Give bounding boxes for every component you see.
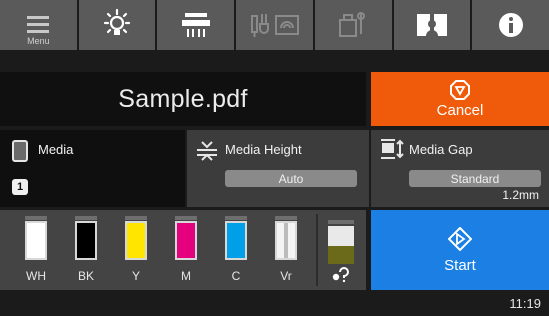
ink-label-wh: WH	[26, 269, 46, 283]
ink-level-fill	[127, 223, 145, 258]
ink-level-fill	[27, 238, 45, 258]
file-name: Sample.pdf	[118, 84, 248, 113]
printhead-button[interactable]	[157, 0, 235, 50]
maintenance-box-icon	[316, 214, 354, 286]
media-button[interactable]: Media 1	[0, 130, 185, 207]
ink-label-vr: Vr	[280, 269, 292, 283]
media-gap-label: Media Gap	[409, 142, 473, 157]
media-gap-icon	[381, 139, 404, 159]
cancel-label: Cancel	[436, 101, 484, 119]
ink-label-y: Y	[131, 269, 140, 283]
media-label: Media	[38, 142, 74, 157]
light-button[interactable]	[78, 0, 156, 50]
ink-level-fill	[77, 223, 95, 258]
menu-button[interactable]: Menu	[0, 0, 77, 50]
ink-levels-panel[interactable]: WH BK Y M C Vr	[0, 210, 366, 290]
maintenance-icon	[339, 12, 366, 37]
network-status-icon	[250, 14, 299, 37]
ink-label-c: C	[231, 269, 241, 283]
ink-cartridge-m	[175, 216, 197, 260]
info-button[interactable]	[472, 0, 549, 50]
media-height-value: Auto	[225, 170, 357, 187]
media-height-icon	[197, 141, 217, 161]
clock: 11:19	[509, 296, 541, 311]
manual-button[interactable]	[393, 0, 471, 50]
info-icon	[498, 13, 523, 37]
ink-cartridge-y	[125, 216, 147, 260]
media-gap-value: Standard	[409, 170, 541, 187]
media-height-button[interactable]: Media Height Auto	[187, 130, 369, 207]
toolbar: Menu	[0, 0, 549, 50]
cancel-button[interactable]: Cancel	[371, 72, 549, 126]
media-gap-measure: 1.2mm	[502, 188, 539, 202]
ink-cartridge-wh	[25, 216, 47, 260]
ink-cartridge-bk	[75, 216, 97, 260]
ink-label-m: M	[181, 269, 191, 283]
maintenance-box-indicator	[316, 214, 364, 286]
ink-cartridge-c	[225, 216, 247, 260]
job-file-name-bar: Sample.pdf	[0, 72, 366, 126]
start-icon	[448, 226, 472, 251]
ink-level-fill	[227, 223, 245, 258]
status-bar: 11:19	[0, 292, 549, 316]
start-button[interactable]: Start	[371, 210, 549, 290]
media-number-badge: 1	[12, 179, 28, 195]
ink-cartridge-vr	[275, 216, 297, 260]
printhead-icon	[181, 13, 210, 37]
ink-level-fill	[177, 223, 195, 258]
media-gap-button[interactable]: Media Gap Standard 1.2mm	[371, 130, 549, 207]
start-label: Start	[444, 256, 476, 274]
ink-level-fill	[277, 223, 295, 258]
network-status-button[interactable]	[236, 0, 313, 50]
ink-label-bk: BK	[77, 269, 94, 283]
lightbulb-icon	[103, 8, 131, 35]
media-icon	[12, 140, 28, 162]
media-settings-row: Media 1 Media Height Auto Media Gap Stan…	[0, 130, 549, 207]
maintenance-button[interactable]	[314, 0, 392, 50]
media-height-label: Media Height	[225, 142, 302, 157]
manual-book-icon	[416, 14, 447, 36]
menu-icon	[27, 16, 50, 33]
cancel-icon	[450, 79, 470, 100]
menu-label: Menu	[27, 36, 50, 46]
